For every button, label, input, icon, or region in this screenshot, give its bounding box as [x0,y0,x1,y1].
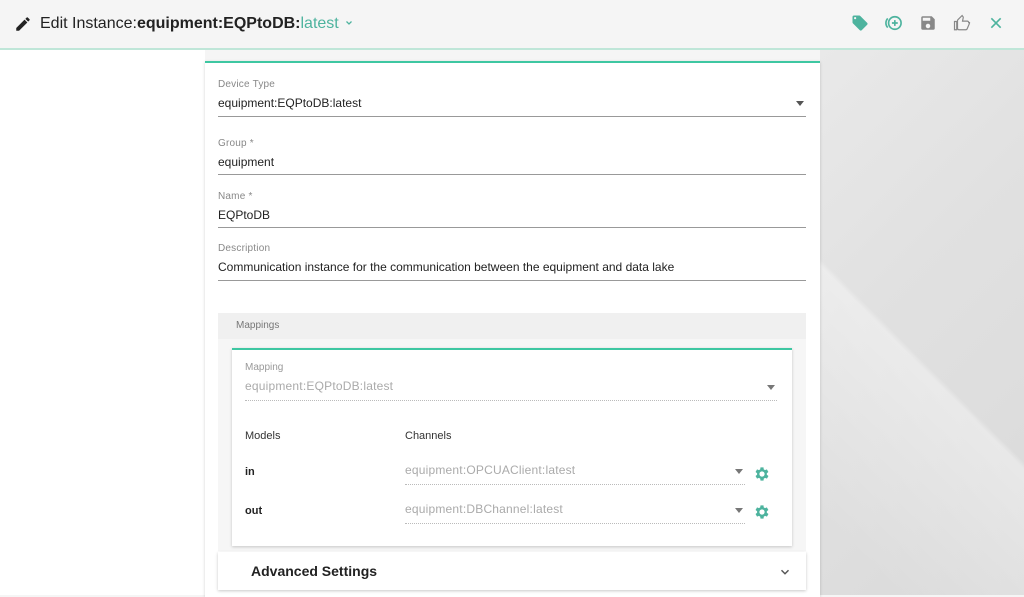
group-value: equipment [218,155,275,169]
model-name: in [245,466,255,478]
model-name: out [245,505,263,517]
channel-value: equipment:OPCUAClient:latest [405,463,576,477]
advanced-settings-panel[interactable]: Advanced Settings [218,552,806,590]
device-type-value: equipment:EQPtoDB:latest [218,96,362,110]
dropdown-arrow-icon[interactable] [796,101,804,106]
device-type-label: Device Type [218,79,276,90]
description-label: Description [218,243,271,254]
title-prefix: Edit Instance: [40,15,137,32]
channels-column-header: Channels [405,430,452,442]
device-type-select[interactable]: Device Type equipment:EQPtoDB:latest [218,79,806,117]
chevron-down-icon[interactable] [778,565,792,579]
tag-icon[interactable] [850,13,870,33]
dropdown-arrow-icon[interactable] [735,469,743,474]
mapping-value: equipment:EQPtoDB:latest [245,379,394,393]
description-value: Communication instance for the communica… [218,260,675,274]
group-label: Group * [218,138,254,149]
dropdown-arrow-icon[interactable] [767,385,775,390]
underline [218,280,806,281]
mapping-select[interactable]: Mapping equipment:EQPtoDB:latest [245,362,777,402]
advanced-settings-label: Advanced Settings [251,563,378,579]
dropdown-arrow-icon[interactable] [735,508,743,513]
left-panel [0,50,205,595]
save-icon[interactable] [918,13,938,33]
title-name: equipment:EQPtoDB: [136,15,301,32]
thumb-up-icon[interactable] [952,13,972,33]
underline [218,174,806,175]
header-actions [850,13,1006,33]
background-decoration [820,50,1024,595]
instance-form-card: Device Type equipment:EQPtoDB:latest Gro… [205,61,820,597]
mappings-section-header: Mappings [218,313,806,339]
underline [245,400,777,401]
description-field[interactable]: Description Communication instance for t… [218,243,806,281]
mapping-label: Mapping [245,362,284,373]
right-panel [820,50,1024,595]
title-version[interactable]: latest [301,15,339,32]
page-title: Edit Instance:equipment:EQPtoDB:latest [40,15,339,33]
add-circle-icon[interactable] [884,13,904,33]
channel-select[interactable]: equipment:DBChannel:latest [405,502,745,524]
pencil-icon [14,15,32,33]
underline [405,523,745,524]
name-value: EQPtoDB [218,208,271,222]
name-field[interactable]: Name * EQPtoDB [218,191,806,229]
channel-select[interactable]: equipment:OPCUAClient:latest [405,463,745,485]
close-icon[interactable] [986,13,1006,33]
gear-icon[interactable] [753,465,771,483]
underline [405,484,745,485]
name-label: Name * [218,191,253,202]
models-column-header: Models [245,430,281,442]
dialog-header: Edit Instance:equipment:EQPtoDB:latest [0,0,1024,50]
underline [218,227,806,228]
group-field[interactable]: Group * equipment [218,138,806,176]
mappings-section: Mapping equipment:EQPtoDB:latest Models … [218,339,806,551]
channel-value: equipment:DBChannel:latest [405,502,563,516]
title-wrap: Edit Instance:equipment:EQPtoDB:latest [14,15,355,33]
mapping-card: Mapping equipment:EQPtoDB:latest Models … [232,348,792,546]
chevron-down-icon[interactable] [343,17,355,32]
underline [218,116,806,117]
gear-icon[interactable] [753,503,771,521]
